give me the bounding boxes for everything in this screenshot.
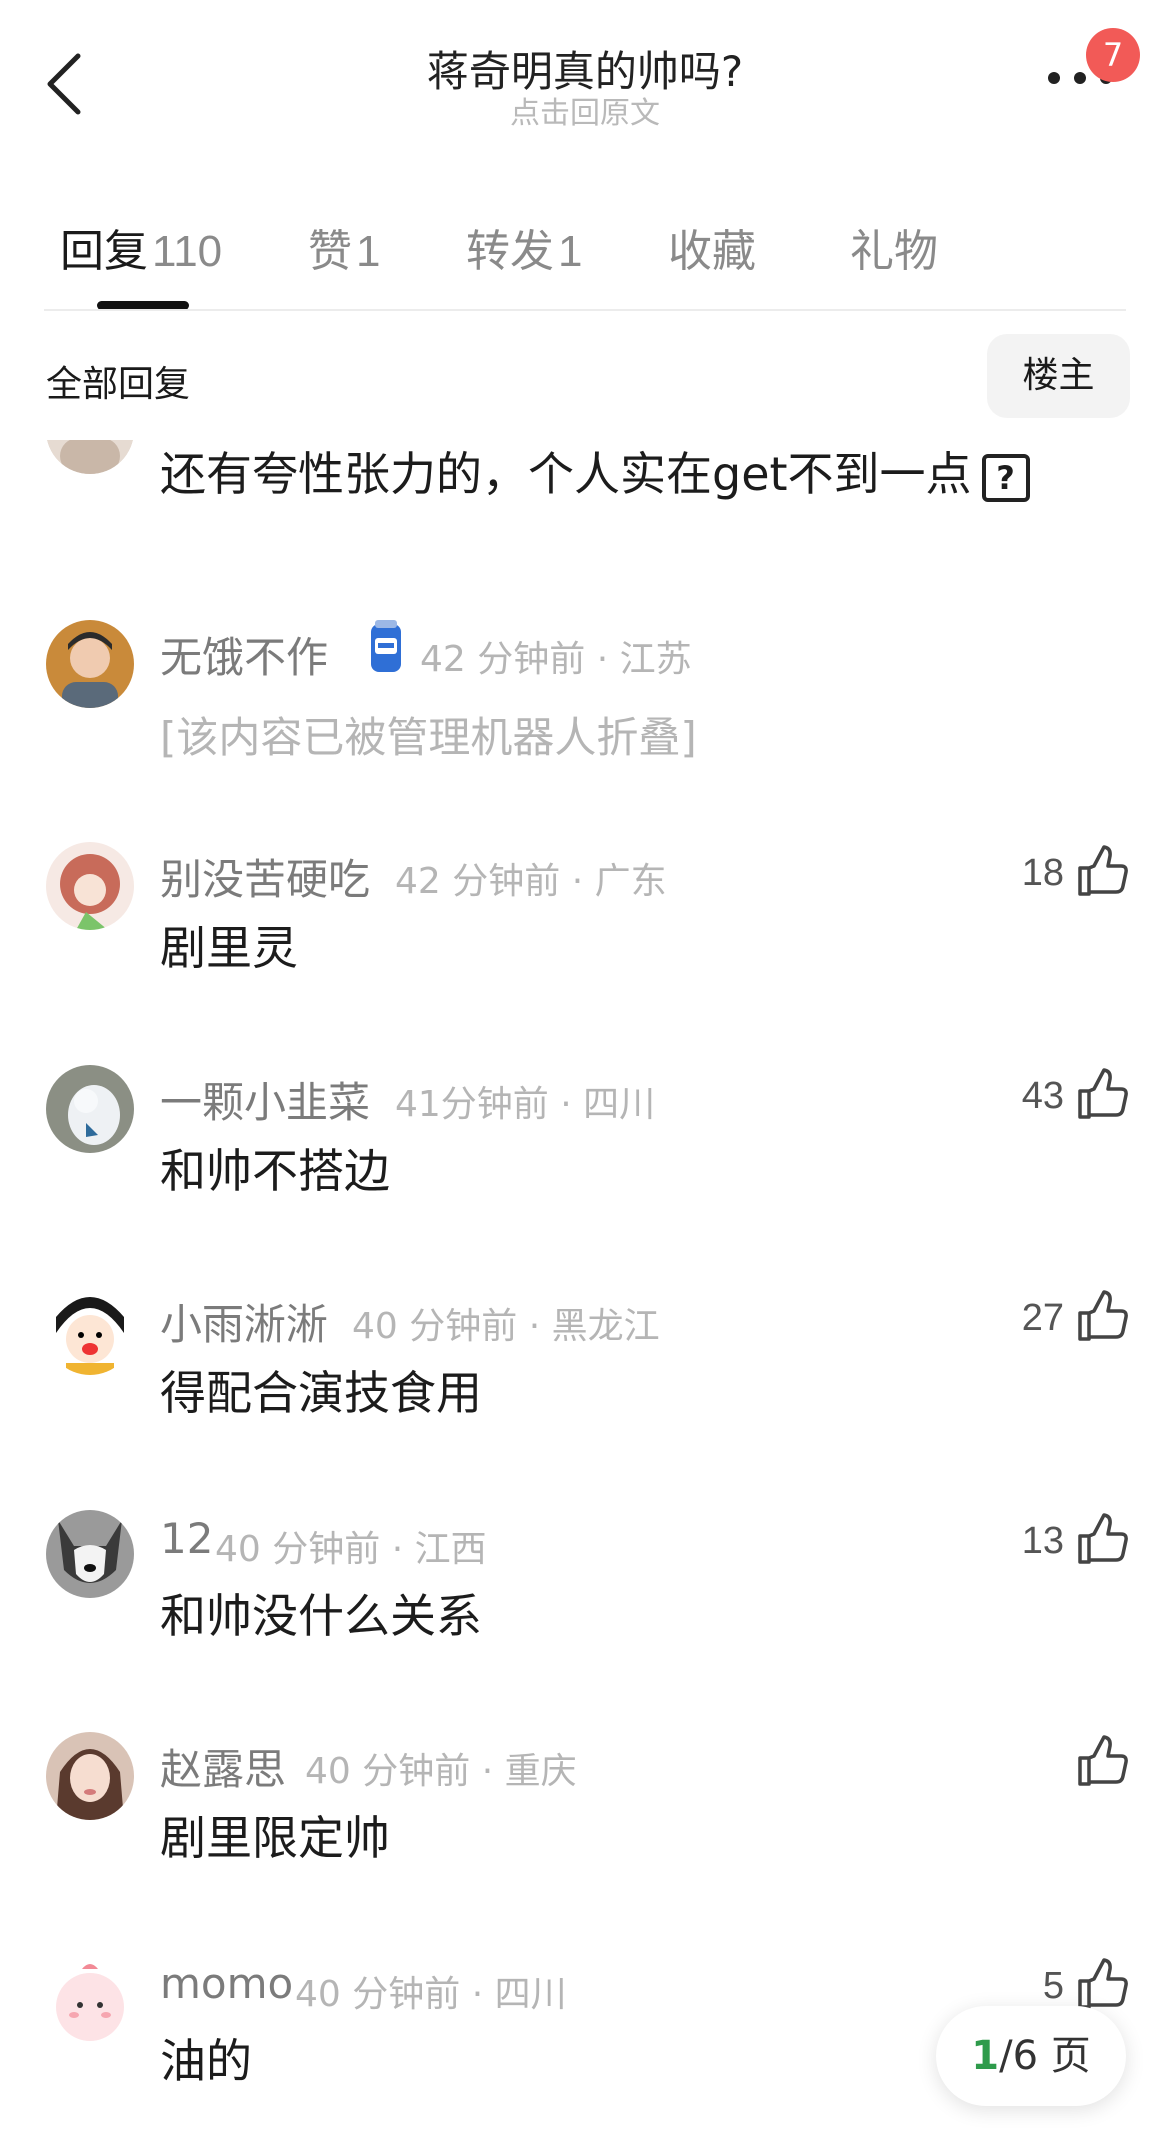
tab-count: 1 (356, 227, 381, 276)
like-count: 13 (1021, 1520, 1064, 1562)
avatar[interactable] (46, 1287, 134, 1375)
question-emoji-icon: ? (981, 453, 1030, 502)
thumbs-up-icon[interactable] (1074, 1512, 1128, 1566)
folded-notice[interactable]: [该内容已被管理机器人折叠] (160, 704, 697, 765)
comment-text: 还有夸性张力的，个人实在get不到一点? (160, 440, 1030, 504)
avatar[interactable] (46, 842, 134, 930)
tab-replies[interactable]: 回复110 (60, 215, 222, 279)
comment-text: 剧里灵 (160, 921, 298, 975)
tab-likes[interactable]: 赞1 (308, 215, 380, 279)
tabs-divider (44, 309, 1126, 311)
tab-label: 礼物 (850, 226, 938, 277)
comment-text: 和帅不搭边 (160, 1144, 390, 1198)
comment-meta: 40 分钟前 · 黑龙江 (352, 1306, 660, 1347)
comment-meta: 42 分钟前 · 江苏 (420, 639, 692, 680)
tab-favorites[interactable]: 收藏 (668, 215, 756, 279)
username[interactable]: 别没苦硬吃 (160, 846, 370, 907)
page-indicator[interactable]: 1/6 页 (936, 2006, 1126, 2106)
username[interactable]: 赵露思 (160, 1736, 286, 1797)
comment-text: 剧里限定帅 (160, 1811, 390, 1865)
username[interactable]: momo (160, 1959, 293, 2008)
tab-label: 回复 (60, 226, 148, 277)
username[interactable]: 12 (160, 1514, 213, 1563)
tab-label: 收藏 (668, 226, 756, 277)
tab-reposts[interactable]: 转发1 (466, 215, 582, 279)
like-count: 43 (1021, 1075, 1064, 1117)
like-count: 18 (1021, 852, 1064, 894)
comment-meta: 41分钟前 · 四川 (395, 1084, 656, 1125)
op-only-button[interactable]: 楼主 (987, 334, 1130, 418)
thumbs-up-icon[interactable] (1074, 1734, 1128, 1788)
tab-count: 1 (558, 227, 583, 276)
thumbs-up-icon[interactable] (1074, 844, 1128, 898)
tab-label: 赞 (308, 226, 352, 277)
total-pages: /6 页 (999, 2033, 1091, 2079)
like-count: 27 (1021, 1297, 1064, 1339)
thumbs-up-icon[interactable] (1074, 1957, 1128, 2011)
thumbs-up-icon[interactable] (1074, 1289, 1128, 1343)
avatar[interactable] (46, 1732, 134, 1820)
thumbs-up-icon[interactable] (1074, 1067, 1128, 1121)
avatar[interactable] (46, 1065, 134, 1153)
comment-text: 得配合演技食用 (160, 1366, 482, 1420)
comment-meta: 40 分钟前 · 四川 (295, 1974, 567, 2015)
comment-meta: 42 分钟前 · 广东 (395, 861, 667, 902)
avatar[interactable] (46, 1955, 134, 2043)
tab-gifts[interactable]: 礼物 (850, 215, 938, 279)
comment-meta: 40 分钟前 · 重庆 (305, 1751, 577, 1792)
username[interactable]: 无饿不作 (160, 624, 328, 685)
all-replies-label[interactable]: 全部回复 (46, 355, 190, 407)
avatar[interactable] (46, 1510, 134, 1598)
comment-list[interactable]: 还有夸性张力的，个人实在get不到一点? 无饿不作 42 分钟前 · 江苏 [该… (0, 440, 1170, 2145)
username[interactable]: 一颗小韭菜 (160, 1069, 370, 1130)
avatar[interactable] (46, 620, 134, 708)
like-count: 5 (1042, 1965, 1064, 2007)
blue-can-badge-icon (371, 620, 401, 672)
current-page: 1 (971, 2033, 1000, 2079)
username[interactable]: 小雨淅淅 (160, 1291, 328, 1352)
avatar[interactable] (46, 440, 134, 474)
tab-label: 转发 (466, 226, 554, 277)
tab-count: 110 (152, 227, 223, 276)
comment-meta: 40 分钟前 · 江西 (215, 1529, 487, 1570)
comment-text: 油的 (160, 2034, 252, 2088)
comment-text: 和帅没什么关系 (160, 1589, 482, 1643)
back-to-original-link[interactable]: 点击回原文 (0, 88, 1170, 132)
notification-badge: 7 (1086, 28, 1140, 82)
